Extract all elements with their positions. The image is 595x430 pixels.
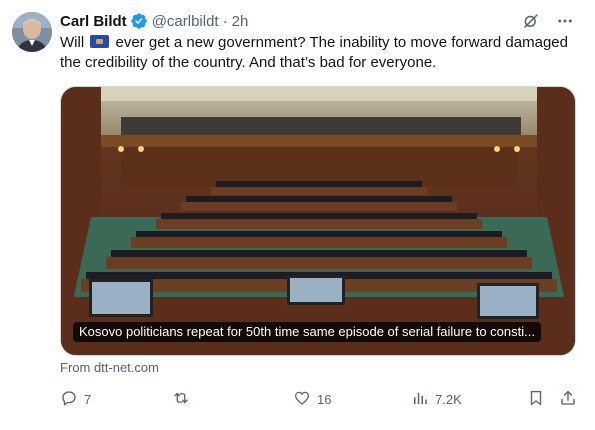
like-count: 16 (317, 391, 332, 407)
author-handle[interactable]: @carlbildt (152, 13, 219, 30)
reply-count: 7 (84, 391, 92, 407)
kosovo-flag-icon (90, 35, 110, 48)
views-button[interactable]: 7.2K (411, 388, 462, 410)
repost-button[interactable] (172, 388, 196, 410)
reply-icon (60, 389, 78, 410)
card-caption: Kosovo politicians repeat for 50th time … (73, 322, 541, 342)
like-button[interactable]: 16 (293, 388, 331, 410)
views-count: 7.2K (435, 391, 462, 407)
action-bar: 7 16 7.2K (60, 388, 580, 410)
tweet: Carl Bildt @carlbildt · 2h Will ever get… (0, 0, 595, 430)
repost-icon (172, 389, 190, 410)
card-source[interactable]: From dtt-net.com (60, 360, 159, 375)
grok-icon[interactable] (521, 11, 541, 31)
bookmark-icon (527, 389, 545, 410)
parliament-photo (61, 87, 575, 355)
bookmark-button[interactable] (527, 388, 545, 410)
tweet-text-rest: ever get a new government? The inability… (60, 34, 568, 71)
tweet-top-actions (521, 11, 575, 31)
separator-dot: · (222, 12, 228, 30)
author-name[interactable]: Carl Bildt (60, 13, 127, 30)
verified-badge-icon (130, 12, 148, 30)
avatar[interactable] (12, 12, 52, 52)
tweet-header: Carl Bildt @carlbildt · 2h (60, 11, 248, 31)
more-icon[interactable] (555, 11, 575, 31)
link-card[interactable]: Kosovo politicians repeat for 50th time … (60, 86, 576, 356)
timestamp[interactable]: 2h (232, 13, 249, 30)
views-icon (411, 389, 429, 410)
share-icon (559, 389, 577, 410)
reply-button[interactable]: 7 (60, 388, 91, 410)
like-icon (293, 389, 311, 410)
share-button[interactable] (559, 388, 577, 410)
tweet-text: Will ever get a new government? The inab… (60, 33, 580, 73)
tweet-text-start: Will (60, 34, 85, 51)
